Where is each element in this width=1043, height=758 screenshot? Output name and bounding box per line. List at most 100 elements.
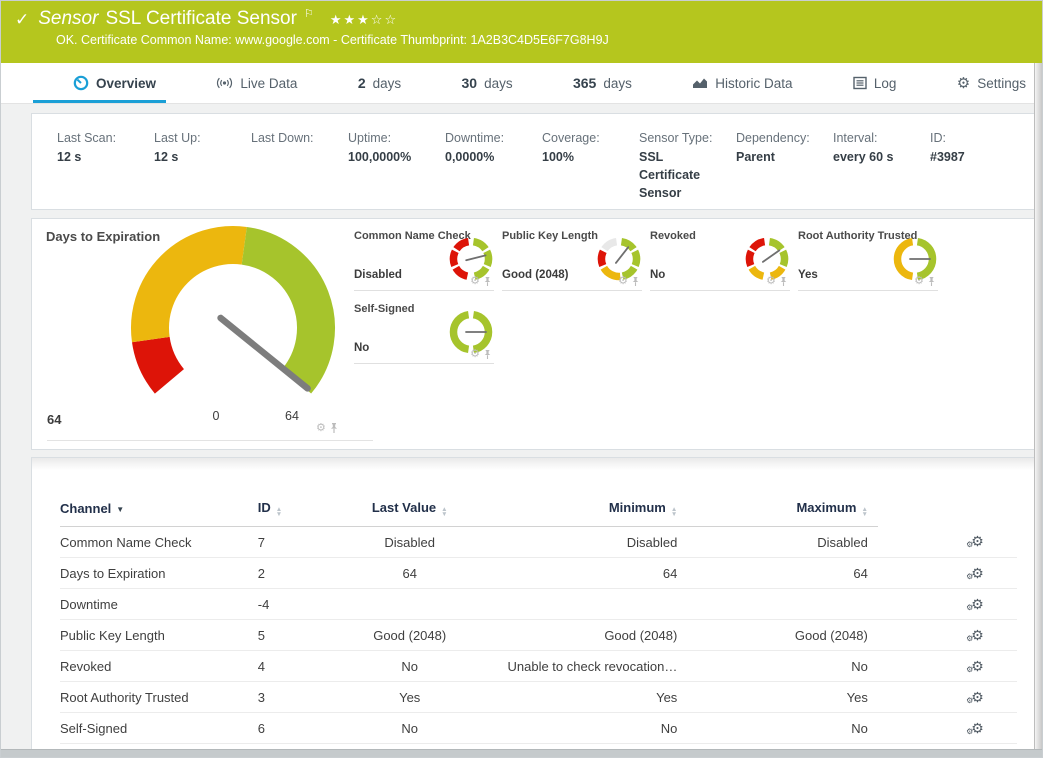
channel-settings-icon[interactable]: ⚙⚙ xyxy=(971,597,984,611)
cell-maximum xyxy=(687,589,878,620)
gauge-pin-icon[interactable] xyxy=(483,276,492,287)
small-gauge-title: Revoked xyxy=(650,230,696,242)
small-gauge-actions: ⚙ xyxy=(470,276,492,287)
gauge-settings-icon[interactable]: ⚙ xyxy=(316,423,326,434)
info-value: 0,0000% xyxy=(445,148,532,166)
gauge-icon xyxy=(73,75,89,91)
column-header-last-value[interactable]: Last Value▲▼ xyxy=(350,494,468,527)
table-row[interactable]: Common Name Check 7 Disabled Disabled Di… xyxy=(60,527,1017,558)
channel-settings-icon[interactable]: ⚙⚙ xyxy=(971,659,984,673)
gauge-settings-icon[interactable]: ⚙ xyxy=(766,276,776,287)
gear-icon: ⚙ xyxy=(957,76,970,91)
cell-channel: Revoked xyxy=(60,651,258,682)
table-row[interactable]: Days to Expiration 2 64 64 64 ⚙⚙ xyxy=(60,558,1017,589)
table-row[interactable]: Public Key Length 5 Good (2048) Good (20… xyxy=(60,620,1017,651)
tab-label: Log xyxy=(874,76,897,91)
cell-last-value: 64 xyxy=(350,558,468,589)
tab-historic-data[interactable]: Historic Data xyxy=(692,63,792,103)
cell-maximum: 64 xyxy=(687,558,878,589)
sensor-info-panel: Last Scan: 12 s Last Up: 12 s Last Down:… xyxy=(31,113,1036,210)
sort-icon: ▲▼ xyxy=(861,507,867,517)
gauge-pin-icon[interactable] xyxy=(779,276,788,287)
info-uptime: Uptime: 100,0000% xyxy=(348,131,445,209)
gauge-pin-icon[interactable] xyxy=(927,276,936,287)
sort-icon: ▲▼ xyxy=(441,507,447,517)
gauge-settings-icon[interactable]: ⚙ xyxy=(470,276,480,287)
channels-table: Channel▼ ID▲▼ Last Value▲▼ Minimum▲▼ Max… xyxy=(60,494,1017,744)
page-header: ✓ Sensor SSL Certificate Sensor ⚐ ★★★☆☆ … xyxy=(1,1,1042,63)
cell-last-value: Yes xyxy=(350,682,468,713)
tab-365-days[interactable]: 365 days xyxy=(573,63,632,103)
tab-30-days[interactable]: 30 days xyxy=(462,63,513,103)
table-row[interactable]: Revoked 4 No Unable to check revocation…… xyxy=(60,651,1017,682)
cell-id: -4 xyxy=(258,589,351,620)
tab-day-unit: days xyxy=(373,76,402,91)
info-downtime: Downtime: 0,0000% xyxy=(445,131,542,209)
gauge-settings-icon[interactable]: ⚙ xyxy=(618,276,628,287)
tab-live-data[interactable]: Live Data xyxy=(216,63,297,103)
info-value: 100% xyxy=(542,148,629,166)
info-last-up: Last Up: 12 s xyxy=(154,131,251,209)
priority-stars[interactable]: ★★★☆☆ xyxy=(330,12,398,28)
info-last-scan: Last Scan: 12 s xyxy=(57,131,154,209)
channel-settings-icon[interactable]: ⚙⚙ xyxy=(971,566,984,580)
tab-2-days[interactable]: 2 days xyxy=(358,63,401,103)
sort-icon: ▲▼ xyxy=(671,507,677,517)
gauge-current-value: 64 xyxy=(47,412,61,427)
info-label: Last Up: xyxy=(154,131,241,145)
cell-id: 5 xyxy=(258,620,351,651)
channel-settings-icon[interactable]: ⚙⚙ xyxy=(971,690,984,704)
gauge-pin-icon[interactable] xyxy=(483,349,492,360)
info-value: 12 s xyxy=(154,148,241,166)
small-gauge-value: Yes xyxy=(798,269,818,281)
gauge-settings-icon[interactable]: ⚙ xyxy=(470,349,480,360)
vertical-scrollbar[interactable] xyxy=(1034,63,1042,749)
cell-maximum: Yes xyxy=(687,682,878,713)
channel-settings-icon[interactable]: ⚙⚙ xyxy=(971,534,984,548)
sensor-kicker: Sensor xyxy=(38,8,98,30)
tab-label: Live Data xyxy=(240,76,297,91)
small-gauge-actions: ⚙ xyxy=(470,349,492,360)
horizontal-scrollbar[interactable] xyxy=(1,749,1042,757)
column-header-channel[interactable]: Channel▼ xyxy=(60,494,258,527)
cell-id: 4 xyxy=(258,651,351,682)
column-header-id[interactable]: ID▲▼ xyxy=(258,494,351,527)
tab-log[interactable]: Log xyxy=(853,63,897,103)
cell-actions: ⚙⚙ xyxy=(878,620,1017,651)
prtg-sensor-page: ✓ Sensor SSL Certificate Sensor ⚐ ★★★☆☆ … xyxy=(0,0,1043,758)
tab-overview[interactable]: Overview xyxy=(73,63,156,103)
info-label: Interval: xyxy=(833,131,920,145)
tab-settings[interactable]: ⚙ Settings xyxy=(957,63,1026,103)
channel-settings-icon[interactable]: ⚙⚙ xyxy=(971,721,984,735)
table-row[interactable]: Downtime -4 ⚙⚙ xyxy=(60,589,1017,620)
gauge-settings-icon[interactable]: ⚙ xyxy=(914,276,924,287)
log-icon xyxy=(853,76,867,90)
channel-gauge-common-name-check: Common Name Check Disabled ⚙ xyxy=(354,225,494,291)
channel-settings-icon[interactable]: ⚙⚙ xyxy=(971,628,984,642)
table-header-row: Channel▼ ID▲▼ Last Value▲▼ Minimum▲▼ Max… xyxy=(60,494,1017,527)
cell-minimum: Yes xyxy=(469,682,687,713)
gauge-pin-icon[interactable] xyxy=(329,422,339,434)
tab-bar: Overview Live Data 2 days 30 days 365 da… xyxy=(1,63,1036,104)
tab-day-count: 2 xyxy=(358,75,366,91)
flag-icon[interactable]: ⚐ xyxy=(304,7,314,20)
column-header-minimum[interactable]: Minimum▲▼ xyxy=(469,494,687,527)
cell-last-value: No xyxy=(350,713,468,744)
info-label: Uptime: xyxy=(348,131,435,145)
info-value: Parent xyxy=(736,148,823,166)
table-row[interactable]: Root Authority Trusted 3 Yes Yes Yes ⚙⚙ xyxy=(60,682,1017,713)
small-gauge-title: Public Key Length xyxy=(502,230,598,242)
table-row[interactable]: Self-Signed 6 No No No ⚙⚙ xyxy=(60,713,1017,744)
gauge-pin-icon[interactable] xyxy=(631,276,640,287)
cell-id: 7 xyxy=(258,527,351,558)
info-value: #3987 xyxy=(930,148,1017,166)
status-ok-icon: ✓ xyxy=(15,10,29,30)
info-value: 100,0000% xyxy=(348,148,435,166)
info-value: SSL Certificate Sensor xyxy=(639,148,726,202)
cell-minimum xyxy=(469,589,687,620)
cell-last-value: No xyxy=(350,651,468,682)
info-label: Last Down: xyxy=(251,131,338,145)
sensor-status-message: OK. Certificate Common Name: www.google.… xyxy=(56,33,1042,47)
broadcast-icon xyxy=(216,76,233,90)
column-header-maximum[interactable]: Maximum▲▼ xyxy=(687,494,878,527)
